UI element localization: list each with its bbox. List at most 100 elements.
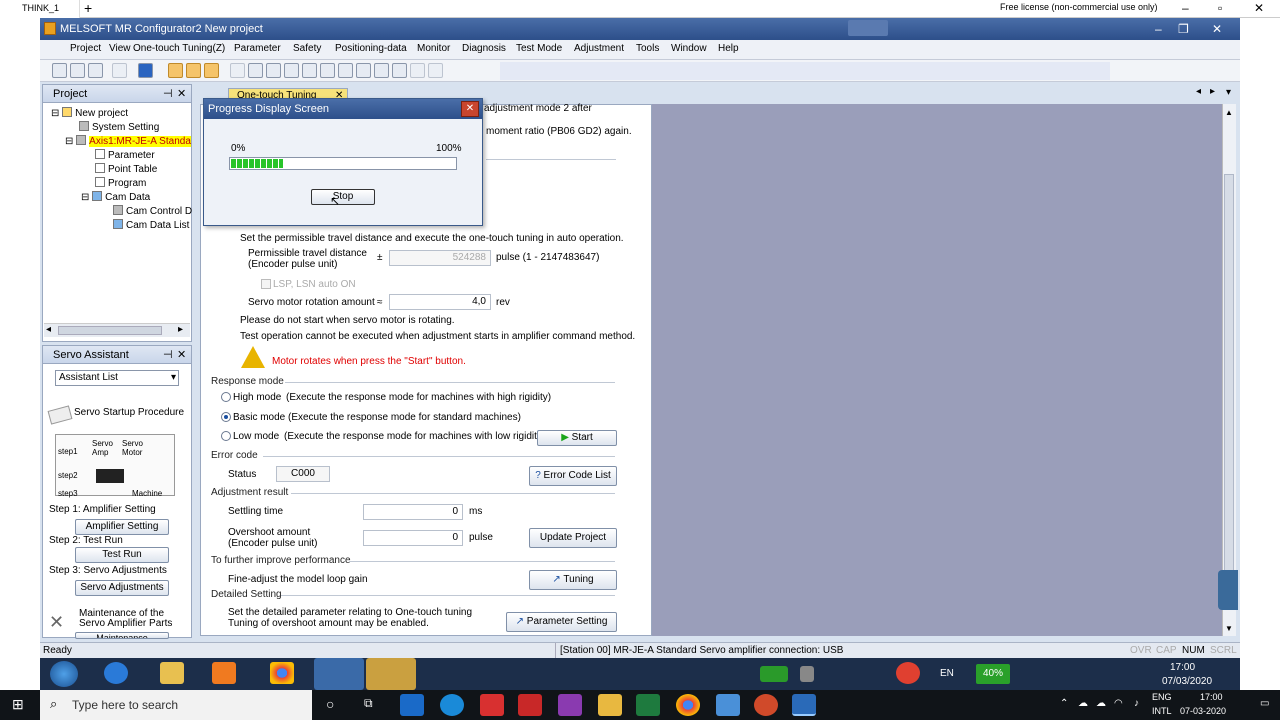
notification-icon[interactable]: ▭ [1260,698,1269,709]
content-vscroll[interactable]: ▲ ▼ [1222,104,1236,636]
antenna-icon[interactable] [800,666,814,682]
tool-icon-5[interactable] [248,63,263,78]
high-mode-radio[interactable] [221,392,231,402]
outlook-icon[interactable] [400,694,424,716]
vscroll-thumb[interactable] [1224,174,1234,594]
menu-view[interactable]: View [109,43,131,54]
pin-icon[interactable]: ⊣ [163,85,173,103]
menu-project[interactable]: Project [70,43,101,54]
tuning-button[interactable]: ↗ Tuning [529,570,617,590]
tab-list-icon[interactable]: ▾ [1226,87,1231,98]
help-icon[interactable] [138,63,153,78]
update-project-button[interactable]: Update Project [529,528,617,548]
cloud-icon[interactable]: ☁ [1096,698,1106,709]
menu-parameter[interactable]: Parameter [234,43,281,54]
new-file-icon[interactable] [52,63,67,78]
servo-pin-icon[interactable]: ⊣ [163,346,173,364]
menu-adjustment[interactable]: Adjustment [574,43,624,54]
tree-parameter[interactable]: Parameter [95,149,155,161]
start-button[interactable]: ▶ Start [537,430,617,446]
high-mode-label[interactable]: High mode [233,392,281,403]
tool-icon-14[interactable] [410,63,425,78]
new-tab-button[interactable]: + [84,0,92,16]
language-indicator[interactable]: EN [940,668,954,679]
test-run-button[interactable]: Test Run [75,547,169,563]
tab-next-icon[interactable]: ▸ [1210,86,1215,97]
project-hscroll[interactable]: ◂ ▸ [44,323,190,337]
print-icon[interactable] [112,63,127,78]
menu-monitor[interactable]: Monitor [417,43,450,54]
windows-start-icon[interactable]: ⊞ [12,696,24,713]
edge-icon[interactable] [440,694,464,716]
tool-icon-10[interactable] [338,63,353,78]
basic-mode-label[interactable]: Basic mode [233,412,285,423]
remote-toolbar-handle[interactable] [848,20,888,36]
restore-icon[interactable]: ❐ [1178,18,1189,40]
tree-system-setting[interactable]: System Setting [79,121,159,133]
tool-icon-13[interactable] [392,63,407,78]
scroll-right-icon[interactable]: ▸ [178,324,183,335]
local-lang-1[interactable]: ENG [1152,692,1172,702]
error-code-list-button[interactable]: ? Error Code List [529,466,617,486]
battery-indicator[interactable]: 40% [976,664,1010,684]
menu-tools[interactable]: Tools [636,43,659,54]
scroll-down-icon[interactable]: ▼ [1225,624,1233,633]
tool-icon-8[interactable] [302,63,317,78]
scroll-up-icon[interactable]: ▲ [1225,108,1233,117]
tool-icon-4[interactable] [230,63,245,78]
local-lang-2[interactable]: INTL [1152,706,1172,716]
lsp-checkbox[interactable] [261,279,271,289]
search-box[interactable]: ⌕ Type here to search [40,690,312,720]
assistant-dropdown[interactable]: Assistant List ▾ [55,370,179,386]
tool-icon-15[interactable] [428,63,443,78]
teamviewer-task-icon[interactable] [314,658,364,690]
tree-new-project[interactable]: ⊟ New project [51,107,128,119]
servo-adjustments-button[interactable]: Servo Adjustments [75,580,169,596]
tree-axis1[interactable]: ⊟ Axis1:MR-JE-A Standa [65,135,191,147]
tool-active-1-icon[interactable] [168,63,183,78]
dialog-close-icon[interactable]: ✕ [461,101,479,117]
parameter-setting-button[interactable]: ↗ Parameter Setting [506,612,617,632]
pdf-icon[interactable] [480,694,504,716]
menu-help[interactable]: Help [718,43,739,54]
scroll-thumb[interactable] [58,326,162,335]
rotation-amount-input[interactable]: 4,0 [389,294,491,310]
low-mode-radio[interactable] [221,431,231,441]
photos-icon[interactable] [716,694,740,716]
chrome-local-icon[interactable] [676,694,700,716]
task-view-icon[interactable]: ⧉ [364,696,373,711]
menu-positioning-data[interactable]: Positioning-data [335,43,407,54]
pdf-app-icon[interactable] [518,694,542,716]
explorer-icon[interactable] [160,662,184,684]
tool-icon-12[interactable] [374,63,389,78]
remote-side-tab[interactable] [1218,570,1238,610]
low-mode-label[interactable]: Low mode [233,431,279,442]
menu-window[interactable]: Window [671,43,707,54]
tool-active-2-icon[interactable] [186,63,201,78]
maintenance-button[interactable]: Maintenance [75,632,169,639]
menu-diagnosis[interactable]: Diagnosis [462,43,506,54]
menu-test-mode[interactable]: Test Mode [516,43,562,54]
volume-icon[interactable]: ♪ [1134,698,1139,709]
tree-cam-control[interactable]: Cam Control D [113,205,192,217]
amplifier-setting-button[interactable]: Amplifier Setting [75,519,169,535]
basic-mode-radio[interactable] [221,412,231,422]
tray-chevron-icon[interactable]: ⌃ [1060,698,1068,709]
media-player-icon[interactable] [212,662,236,684]
tree-cam-data-list[interactable]: Cam Data List [113,219,189,231]
cortana-icon[interactable]: ○ [326,696,334,712]
close-icon[interactable]: ✕ [1212,18,1222,40]
maintenance-label[interactable]: Maintenance of the Servo Amplifier Parts [79,609,189,629]
tool-active-3-icon[interactable] [204,63,219,78]
remote-minimize-icon[interactable]: – [1182,0,1189,16]
file-explorer-icon[interactable] [598,694,622,716]
tool-icon-9[interactable] [320,63,335,78]
remote-restore-icon[interactable]: ▫ [1218,0,1222,16]
save-icon[interactable] [88,63,103,78]
teamviewer-local-icon[interactable] [792,694,816,716]
tab-prev-icon[interactable]: ◂ [1196,86,1201,97]
minimize-icon[interactable]: – [1155,18,1162,40]
chrome-icon[interactable] [270,662,294,684]
excel-icon[interactable] [636,694,660,716]
tree-point-table[interactable]: Point Table [95,163,157,175]
